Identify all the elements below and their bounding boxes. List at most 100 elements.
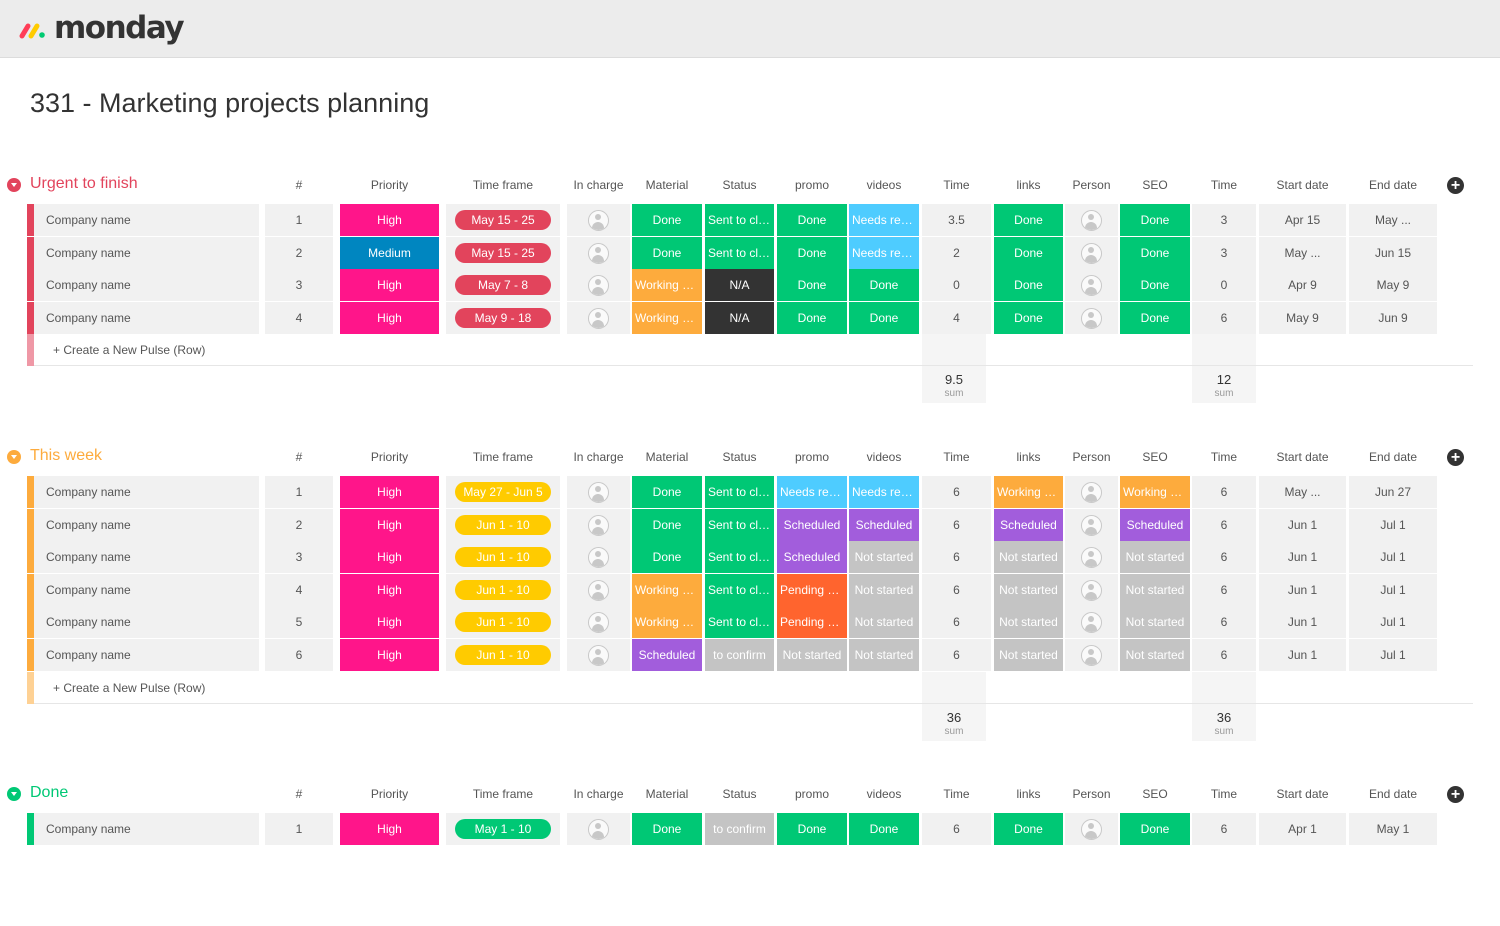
cell-time1[interactable]: 3.5 — [922, 204, 991, 236]
monday-logo[interactable]: monday — [18, 9, 185, 47]
cell-end[interactable]: Jul 1 — [1349, 606, 1437, 639]
person-cell[interactable] — [1065, 639, 1118, 671]
person-cell[interactable] — [1065, 508, 1118, 541]
status-cell-status[interactable]: to confirm — [705, 639, 774, 671]
timeframe-pill[interactable]: Jun 1 - 10 — [455, 579, 551, 600]
person-cell[interactable] — [567, 541, 630, 574]
row-name[interactable]: Company name — [34, 301, 259, 334]
person-avatar-icon[interactable] — [588, 210, 609, 231]
person-avatar-icon[interactable] — [588, 275, 609, 297]
timeframe-pill[interactable]: May 27 - Jun 5 — [455, 482, 551, 502]
cell-time1[interactable]: 6 — [922, 541, 991, 574]
person-cell[interactable] — [567, 236, 630, 269]
create-pulse-button[interactable]: + Create a New Pulse (Row) — [53, 672, 205, 704]
status-cell-seo[interactable]: Done — [1120, 204, 1190, 236]
person-avatar-icon[interactable] — [1081, 275, 1102, 297]
person-avatar-icon[interactable] — [1081, 210, 1102, 231]
status-cell-videos[interactable]: Not started — [849, 606, 919, 639]
cell-start[interactable]: Apr 15 — [1259, 204, 1346, 236]
column-header[interactable]: Time — [1192, 786, 1256, 802]
person-cell[interactable] — [1065, 236, 1118, 269]
cell-end[interactable]: Jun 15 — [1349, 236, 1437, 269]
column-header[interactable]: Material — [632, 177, 702, 193]
status-cell-seo[interactable]: Not started — [1120, 573, 1190, 606]
collapse-group-icon[interactable] — [7, 787, 21, 801]
status-cell-priority[interactable]: High — [340, 813, 439, 845]
row-name[interactable]: Company name — [34, 476, 259, 508]
status-cell-videos[interactable]: Scheduled — [849, 508, 919, 541]
timeframe-pill[interactable]: May 15 - 25 — [455, 210, 551, 230]
status-cell-links[interactable]: Working on it — [994, 476, 1063, 508]
person-avatar-icon[interactable] — [1081, 482, 1102, 503]
table-row[interactable]: Company name 6 High Jun 1 - 10 Scheduled to c… — [27, 639, 1473, 671]
timeframe-cell[interactable]: May 15 - 25 — [446, 236, 560, 269]
person-avatar-icon[interactable] — [588, 307, 609, 329]
column-header[interactable]: Person — [1065, 786, 1118, 802]
cell-num[interactable]: 6 — [265, 639, 333, 671]
status-cell-priority[interactable]: High — [340, 269, 439, 302]
person-avatar-icon[interactable] — [588, 482, 609, 503]
person-avatar-icon[interactable] — [588, 612, 609, 634]
column-header[interactable]: promo — [777, 786, 847, 802]
person-avatar-icon[interactable] — [588, 819, 609, 840]
column-header[interactable]: Material — [632, 449, 702, 465]
status-cell-seo[interactable]: Scheduled — [1120, 508, 1190, 541]
status-cell-videos[interactable]: Needs revie... — [849, 204, 919, 236]
add-column-icon[interactable]: + — [1447, 449, 1464, 466]
status-cell-seo[interactable]: Not started — [1120, 606, 1190, 639]
cell-time2[interactable]: 6 — [1192, 476, 1256, 508]
person-cell[interactable] — [1065, 476, 1118, 508]
status-cell-seo[interactable]: Done — [1120, 269, 1190, 302]
group-title[interactable]: Done — [30, 783, 68, 803]
status-cell-material[interactable]: Working on it — [632, 573, 702, 606]
table-row[interactable]: Company name 3 High May 7 - 8 Working on it N… — [27, 269, 1473, 302]
timeframe-cell[interactable]: Jun 1 - 10 — [446, 606, 560, 639]
status-cell-promo[interactable]: Pending cu... — [777, 606, 847, 639]
status-cell-links[interactable]: Done — [994, 236, 1063, 269]
row-name[interactable]: Company name — [34, 236, 259, 269]
status-cell-material[interactable]: Done — [632, 508, 702, 541]
status-cell-promo[interactable]: Done — [777, 236, 847, 269]
person-avatar-icon[interactable] — [1081, 242, 1102, 264]
cell-time2[interactable]: 6 — [1192, 508, 1256, 541]
status-cell-priority[interactable]: High — [340, 639, 439, 671]
column-header[interactable]: Material — [632, 786, 702, 802]
timeframe-pill[interactable]: May 9 - 18 — [455, 307, 551, 328]
column-header[interactable]: videos — [849, 449, 919, 465]
status-cell-seo[interactable]: Done — [1120, 236, 1190, 269]
status-cell-status[interactable]: N/A — [705, 301, 774, 334]
table-row[interactable]: Company name 1 High May 1 - 10 Done to confir… — [27, 813, 1473, 845]
column-header[interactable]: Priority — [340, 177, 439, 193]
status-cell-material[interactable]: Working on it — [632, 301, 702, 334]
status-cell-material[interactable]: Working on it — [632, 606, 702, 639]
cell-time1[interactable]: 6 — [922, 639, 991, 671]
create-pulse-row[interactable]: + Create a New Pulse (Row) — [27, 334, 1473, 367]
person-avatar-icon[interactable] — [1081, 547, 1102, 569]
status-cell-links[interactable]: Not started — [994, 606, 1063, 639]
add-column-icon[interactable]: + — [1447, 786, 1464, 803]
group-title[interactable]: Urgent to finish — [30, 174, 138, 194]
column-header[interactable]: Time frame — [446, 177, 560, 193]
column-header[interactable]: Priority — [340, 449, 439, 465]
person-avatar-icon[interactable] — [1081, 307, 1102, 329]
status-cell-priority[interactable]: High — [340, 476, 439, 508]
cell-start[interactable]: Jun 1 — [1259, 606, 1346, 639]
timeframe-cell[interactable]: May 7 - 8 — [446, 269, 560, 302]
column-header[interactable]: In charge — [567, 786, 630, 802]
person-cell[interactable] — [567, 606, 630, 639]
cell-num[interactable]: 1 — [265, 813, 333, 845]
column-header[interactable]: promo — [777, 449, 847, 465]
person-avatar-icon[interactable] — [1081, 579, 1102, 601]
table-row[interactable]: Company name 3 High Jun 1 - 10 Done Sent to c… — [27, 541, 1473, 574]
status-cell-priority[interactable]: High — [340, 508, 439, 541]
status-cell-material[interactable]: Done — [632, 476, 702, 508]
status-cell-seo[interactable]: Not started — [1120, 639, 1190, 671]
status-cell-status[interactable]: Sent to client — [705, 606, 774, 639]
status-cell-status[interactable]: Sent to client — [705, 508, 774, 541]
cell-end[interactable]: Jun 27 — [1349, 476, 1437, 508]
person-avatar-icon[interactable] — [1081, 514, 1102, 536]
status-cell-promo[interactable]: Not started — [777, 639, 847, 671]
column-header[interactable]: videos — [849, 177, 919, 193]
person-cell[interactable] — [1065, 301, 1118, 334]
status-cell-videos[interactable]: Not started — [849, 573, 919, 606]
